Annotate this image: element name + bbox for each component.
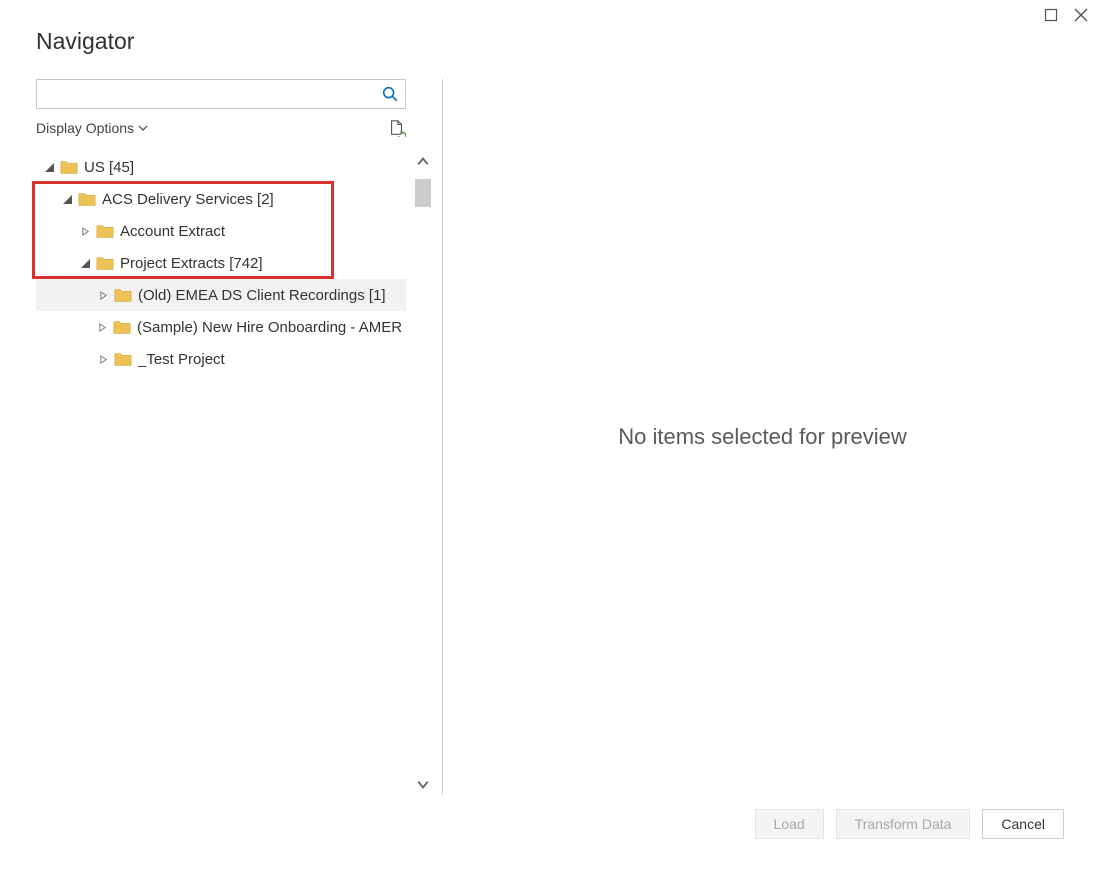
scroll-down-icon[interactable] — [412, 773, 434, 795]
tree-item-sample-onboarding[interactable]: (Sample) New Hire Onboarding - AMER — [36, 311, 406, 343]
tree-label: US [45] — [84, 159, 134, 176]
folder-icon — [113, 319, 131, 335]
expander-collapsed-icon[interactable] — [80, 227, 90, 236]
maximize-icon[interactable] — [1044, 8, 1058, 22]
expander-expanded-icon[interactable] — [80, 259, 90, 268]
folder-icon — [78, 191, 96, 207]
cancel-button[interactable]: Cancel — [982, 809, 1064, 839]
expander-collapsed-icon[interactable] — [98, 355, 108, 364]
tree-item-acs-delivery[interactable]: ACS Delivery Services [2] — [36, 183, 406, 215]
navigator-pane: Display Options — [36, 79, 406, 795]
scroll-track[interactable] — [414, 173, 432, 773]
close-icon[interactable] — [1074, 8, 1088, 22]
tree-label: Account Extract — [120, 223, 225, 240]
chevron-down-icon — [138, 120, 148, 136]
preview-empty-message: No items selected for preview — [618, 424, 907, 450]
tree-item-account-extract[interactable]: Account Extract — [36, 215, 406, 247]
preview-pane: No items selected for preview — [461, 79, 1064, 795]
search-icon[interactable] — [381, 85, 399, 103]
refresh-icon[interactable] — [388, 119, 406, 137]
display-options-label: Display Options — [36, 120, 134, 136]
tree-label: _Test Project — [138, 351, 225, 368]
tree-item-project-extracts[interactable]: Project Extracts [742] — [36, 247, 406, 279]
load-button: Load — [755, 809, 824, 839]
scroll-thumb[interactable] — [415, 179, 431, 207]
tree-item-old-emea[interactable]: (Old) EMEA DS Client Recordings [1] — [36, 279, 406, 311]
tree-item-test-project[interactable]: _Test Project — [36, 343, 406, 375]
search-input[interactable] — [43, 85, 381, 103]
expander-expanded-icon[interactable] — [62, 195, 72, 204]
scroll-up-icon[interactable] — [412, 151, 434, 173]
folder-icon — [96, 223, 114, 239]
tree-label: Project Extracts [742] — [120, 255, 263, 272]
transform-data-button: Transform Data — [836, 809, 971, 839]
expander-collapsed-icon[interactable] — [98, 291, 108, 300]
tree-label: (Sample) New Hire Onboarding - AMER — [137, 319, 402, 336]
page-title: Navigator — [0, 0, 1100, 55]
folder-icon — [60, 159, 78, 175]
display-options-dropdown[interactable]: Display Options — [36, 120, 148, 136]
folder-icon — [96, 255, 114, 271]
tree-label: (Old) EMEA DS Client Recordings [1] — [138, 287, 386, 304]
tree-view: US [45] ACS Delivery Services [2] — [36, 151, 406, 375]
tree-label: ACS Delivery Services [2] — [102, 191, 274, 208]
tree-item-us[interactable]: US [45] — [36, 151, 406, 183]
folder-icon — [114, 287, 132, 303]
search-input-container[interactable] — [36, 79, 406, 109]
footer: Load Transform Data Cancel — [0, 795, 1100, 839]
expander-expanded-icon[interactable] — [44, 163, 54, 172]
expander-collapsed-icon[interactable] — [98, 323, 107, 332]
vertical-scrollbar[interactable] — [412, 151, 434, 795]
folder-icon — [114, 351, 132, 367]
vertical-divider — [442, 79, 443, 795]
